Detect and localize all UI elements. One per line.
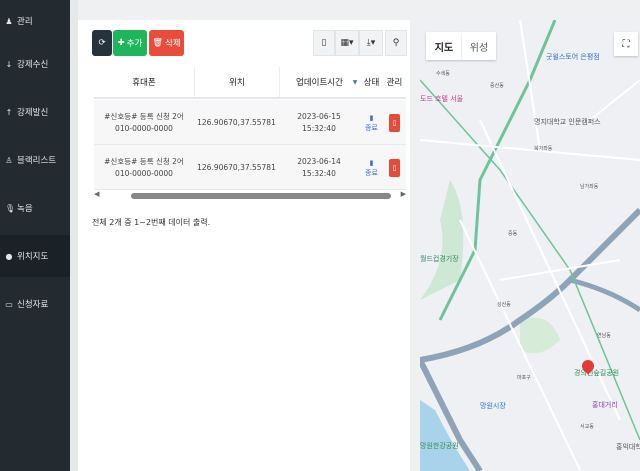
column-manage[interactable]: 관리 xyxy=(383,67,406,97)
map-label: 북가좌동 xyxy=(534,146,553,152)
row-delete-button[interactable]: ▯ xyxy=(389,158,400,177)
phone-number: 010-0000-0000 xyxy=(115,123,173,133)
arrow-up-icon: ↑ xyxy=(5,107,13,117)
map-label: 중동 xyxy=(508,231,518,237)
map-label: 도드 호텔 서울 xyxy=(420,95,464,103)
map-label: 홍대거리 xyxy=(592,401,618,409)
fullscreen-button[interactable]: ⛶ xyxy=(614,32,638,56)
row-delete-button[interactable]: ▯ xyxy=(389,113,400,132)
column-phone[interactable]: 휴대폰 xyxy=(94,67,194,97)
sidebar-item-recording[interactable]: 🎙︎ 녹음 xyxy=(0,187,70,229)
map-label: 홍익대학 xyxy=(616,443,640,451)
location-cell: 126.90670,37.55781 xyxy=(197,117,276,127)
sort-desc-icon[interactable]: ▼ xyxy=(350,67,360,97)
table-row[interactable]: #신호등# 등록 신청 2어 010-0000-0000 126.90670,37… xyxy=(94,145,406,190)
column-status[interactable]: 상태 xyxy=(360,67,383,97)
sidebar-item-location-map[interactable]: ● 위치지도 xyxy=(0,235,70,277)
location-cell: 126.90670,37.55781 xyxy=(197,162,276,172)
mobile-view-button[interactable]: ▯ xyxy=(313,30,335,56)
horizontal-scrollbar[interactable]: ◀ ▶ xyxy=(94,190,406,202)
map-label: 망원시장 xyxy=(480,402,506,410)
grid-icon: ▦▾ xyxy=(340,38,354,48)
table-row[interactable]: #신호등# 등록 신청 2어 010-0000-0000 126.90670,37… xyxy=(94,100,406,145)
update-time: 15:32:40 xyxy=(302,168,336,178)
map-pin-icon: ● xyxy=(5,251,13,261)
table-header: 휴대폰 위치 업데이트시간 ▼ 상태 관리 xyxy=(94,67,406,99)
column-update-time[interactable]: 업데이트시간 xyxy=(279,67,359,97)
map-label: 성산동 xyxy=(497,302,511,308)
update-date: 2023-06-14 xyxy=(297,156,341,166)
map-label: 서교동 xyxy=(580,424,594,430)
phone-icon: ▮ xyxy=(369,113,374,122)
inbox-icon: ▭ xyxy=(5,299,13,309)
map-label: 경의선숲길공원 xyxy=(574,369,620,377)
map-tab-map[interactable]: 지도 xyxy=(426,32,462,60)
refresh-icon: ⟳ xyxy=(98,38,106,48)
sidebar: ♟ 관리 ↓ 강제수신 ↑ 강제발신 ♙ 블랙리스트 🎙︎ 녹음 ● 위치지도 ▭ 신청자료 xyxy=(0,0,70,471)
mobile-icon: ▯ xyxy=(321,38,327,48)
update-date: 2023-06-15 xyxy=(297,111,341,121)
phone-label: #신호등# 등록 신청 2어 xyxy=(104,111,184,121)
phone-number: 010-0000-0000 xyxy=(115,168,173,178)
table-panel: ⟳ ✚ 추가 🗑︎ 삭제 ▯ ▦▾ ⤓▾ ⚲ 휴대폰 위치 업데이트시간 ▼ 상태 … xyxy=(78,20,410,471)
pagination-info: 전체 2개 중 1~2번째 데이터 출력. xyxy=(92,218,211,227)
map-label: 월드컵경기장 xyxy=(420,255,459,263)
sidebar-item-applications[interactable]: ▭ 신청자료 xyxy=(0,283,70,325)
map-label: 수색동 xyxy=(436,71,450,77)
phone-icon: ▮ xyxy=(369,158,374,167)
scroll-left-icon[interactable]: ◀ xyxy=(94,190,99,198)
download-icon: ⤓▾ xyxy=(366,38,376,48)
sidebar-item-force-send[interactable]: ↑ 강제발신 xyxy=(0,91,70,133)
map-label: 남가좌동 xyxy=(580,184,599,190)
scrollbar-thumb[interactable] xyxy=(131,193,391,199)
map-label: 굿윌스토어 은평점 xyxy=(546,53,600,61)
columns-button[interactable]: ▦▾ xyxy=(335,30,359,56)
fullscreen-icon: ⛶ xyxy=(622,38,630,50)
map-tab-satellite[interactable]: 위성 xyxy=(462,32,496,60)
sidebar-item-force-receive[interactable]: ↓ 강제수신 xyxy=(0,43,70,85)
delete-button[interactable]: 🗑︎ 삭제 xyxy=(149,30,184,56)
trash-icon: 🗑︎ xyxy=(152,38,164,48)
plus-icon: ✚ xyxy=(117,38,125,48)
map-label: 명지대학교 인문캠퍼스 xyxy=(534,118,601,126)
users-icon: ♟ xyxy=(5,16,13,26)
phone-label: #신호등# 등록 신청 2어 xyxy=(104,156,184,166)
map-label: 마포구 xyxy=(517,375,531,381)
map[interactable]: 지도 위성 ⛶ 굿윌스토어 은평점 도드 호텔 서울 명지대학교 인문캠퍼스 수… xyxy=(420,20,640,471)
scroll-right-icon[interactable]: ▶ xyxy=(401,190,406,198)
search-icon: ⚲ xyxy=(392,38,400,48)
export-button[interactable]: ⤓▾ xyxy=(359,30,383,56)
arrow-down-icon: ↓ xyxy=(5,59,13,69)
map-label: 증산동 xyxy=(490,83,504,89)
search-button[interactable]: ⚲ xyxy=(385,30,407,56)
update-time: 15:32:40 xyxy=(302,123,336,133)
status-badge: 종료 xyxy=(365,123,378,132)
status-badge: 종료 xyxy=(365,168,378,177)
refresh-button[interactable]: ⟳ xyxy=(92,30,112,56)
microphone-icon: 🎙︎ xyxy=(5,203,16,213)
map-label: 연남동 xyxy=(597,333,611,339)
user-block-icon: ♙ xyxy=(5,155,13,165)
column-location[interactable]: 위치 xyxy=(194,67,279,97)
map-label: 망원한강공원 xyxy=(420,442,459,450)
sidebar-item-manage[interactable]: ♟ 관리 xyxy=(0,0,70,42)
add-button[interactable]: ✚ 추가 xyxy=(113,30,147,56)
divider xyxy=(70,0,78,471)
sidebar-item-blacklist[interactable]: ♙ 블랙리스트 xyxy=(0,139,70,181)
